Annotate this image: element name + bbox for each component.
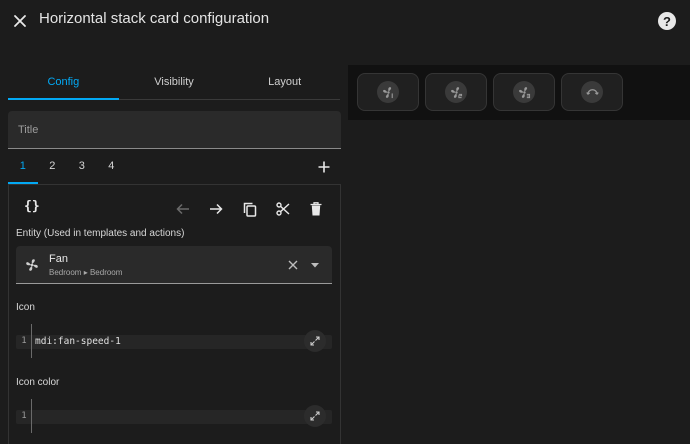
fan-speed-3-icon: [513, 81, 535, 103]
icon-field-label: Icon: [16, 302, 35, 313]
move-right-button[interactable]: [205, 198, 227, 220]
help-circle-icon: ?: [663, 13, 671, 29]
copy-button[interactable]: [239, 198, 261, 220]
gutter-divider: [31, 324, 32, 358]
title-input[interactable]: Title: [8, 111, 341, 149]
clear-entity-button[interactable]: [286, 258, 300, 272]
plus-icon: [318, 161, 330, 173]
entity-area-path: Bedroom ▸ Bedroom: [49, 268, 122, 277]
card-tab-1[interactable]: 1: [8, 152, 38, 184]
entity-field-label: Entity (Used in templates and actions): [16, 228, 185, 239]
arrow-left-icon: [176, 203, 189, 215]
separator-icon: ▸: [83, 268, 88, 277]
card-tab-2[interactable]: 2: [38, 152, 68, 184]
fan-auto-icon: [581, 81, 603, 103]
title-placeholder: Title: [18, 124, 39, 136]
close-button[interactable]: [8, 9, 32, 33]
fan-speed-2-icon: [445, 81, 467, 103]
cut-button[interactable]: [272, 198, 294, 220]
card-tab-3[interactable]: 3: [67, 152, 97, 184]
fan-icon: [25, 258, 39, 272]
copy-icon: [243, 202, 257, 217]
close-icon: [14, 15, 26, 27]
expand-editor-button[interactable]: [304, 330, 326, 352]
icon-value: mdi:fan-speed-1: [35, 336, 121, 347]
cut-icon: [276, 202, 290, 216]
preview-button-fan-auto[interactable]: [561, 73, 623, 111]
fan-speed-1-icon: [377, 81, 399, 103]
preview-button-fan-speed-3[interactable]: [493, 73, 555, 111]
entity-floor: Bedroom: [49, 268, 82, 277]
icon-color-field-label: Icon color: [16, 377, 60, 388]
expand-editor-button[interactable]: [304, 405, 326, 427]
close-icon: [288, 260, 298, 270]
preview-button-fan-speed-2[interactable]: [425, 73, 487, 111]
line-number: 1: [21, 411, 27, 421]
delete-button[interactable]: [305, 198, 327, 220]
move-left-button[interactable]: [172, 198, 194, 220]
tab-config[interactable]: Config: [8, 64, 119, 100]
entity-area: Bedroom: [89, 268, 123, 277]
card-editor-panel: [8, 184, 341, 444]
icon-color-code-editor[interactable]: [16, 410, 332, 424]
card-tabs: 1 2 3 4: [8, 152, 133, 184]
help-button[interactable]: ?: [658, 12, 676, 30]
dialog-title: Horizontal stack card configuration: [39, 10, 270, 27]
arrow-right-icon: [210, 203, 223, 215]
editor-tabs: Config Visibility Layout: [8, 64, 340, 100]
entity-name: Fan: [49, 253, 68, 265]
yaml-toggle-button[interactable]: {}: [24, 199, 40, 214]
delete-icon: [310, 202, 322, 216]
preview-button-fan-speed-1[interactable]: [357, 73, 419, 111]
entity-picker[interactable]: [16, 246, 332, 284]
card-tab-4[interactable]: 4: [97, 152, 127, 184]
tab-layout[interactable]: Layout: [229, 64, 340, 99]
entity-dropdown-button[interactable]: [309, 260, 321, 270]
tab-visibility[interactable]: Visibility: [119, 64, 230, 99]
chevron-down-icon: [311, 262, 319, 267]
expand-icon: [310, 411, 320, 421]
line-number: 1: [21, 336, 27, 346]
expand-icon: [310, 336, 320, 346]
add-card-button[interactable]: [314, 157, 334, 177]
gutter-divider: [31, 399, 32, 433]
